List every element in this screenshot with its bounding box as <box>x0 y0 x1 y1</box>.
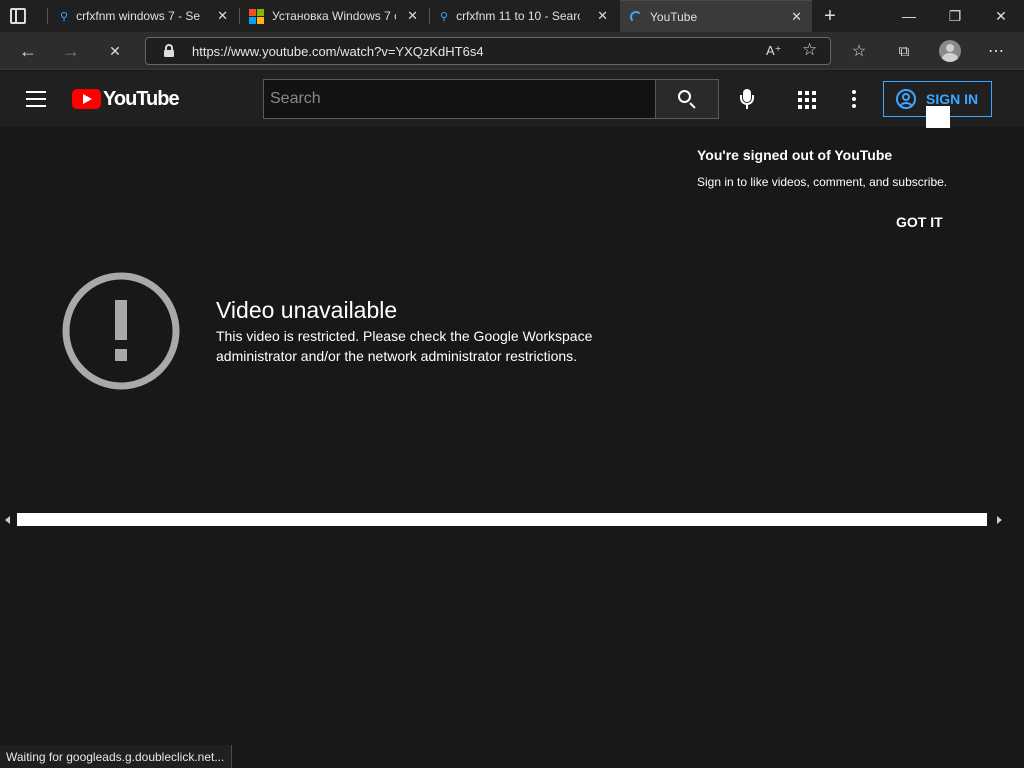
search-input[interactable]: Search <box>263 79 656 119</box>
scroll-left-arrow-icon[interactable] <box>5 516 10 524</box>
sign-in-label: SIGN IN <box>926 91 979 107</box>
settings-more-icon[interactable]: ⋯ <box>978 32 1014 70</box>
horizontal-scrollbar[interactable] <box>0 513 1024 527</box>
got-it-button[interactable]: GOT IT <box>896 214 943 230</box>
minimize-button[interactable]: — <box>886 0 932 32</box>
error-line-1: This video is restricted. Please check t… <box>216 328 593 344</box>
exclamation-circle-icon <box>62 272 180 390</box>
signed-out-popup: You're signed out of YouTube Sign in to … <box>680 141 1000 251</box>
collections-icon[interactable]: ⧉ <box>886 32 922 70</box>
profile-avatar[interactable] <box>939 40 961 62</box>
address-bar[interactable]: https://www.youtube.com/watch?v=YXQzKdHT… <box>145 37 831 65</box>
tab-actions-button[interactable] <box>10 8 26 24</box>
youtube-page: YouTube Search SIGN IN You're signed out… <box>0 71 1024 768</box>
tab-crfxfnm-windows-7[interactable]: ⚲ crfxfnm windows 7 - Se ✕ <box>50 0 238 32</box>
youtube-wordmark: YouTube <box>103 87 180 110</box>
error-title: Video unavailable <box>216 297 398 323</box>
error-line-2: administrator and/or the network adminis… <box>216 348 578 364</box>
tab-strip: ⚲ crfxfnm windows 7 - Se ✕ Установка Win… <box>0 0 1024 32</box>
search-placeholder: Search <box>270 90 321 107</box>
search-icon: ⚲ <box>60 10 69 23</box>
popup-pointer <box>926 106 950 128</box>
windows-logo-icon <box>249 8 264 24</box>
apps-grid-icon[interactable] <box>798 91 816 109</box>
add-favorite-icon[interactable]: ☆ <box>802 40 817 60</box>
tab-youtube[interactable]: YouTube ✕ <box>620 0 812 32</box>
tab-title: crfxfnm 11 to 10 - Searc <box>456 9 581 23</box>
close-tab-icon[interactable]: ✕ <box>407 8 418 24</box>
voice-search-button[interactable] <box>736 87 758 111</box>
status-bar: Waiting for googleads.g.doubleclick.net.… <box>0 745 232 768</box>
close-tab-icon[interactable]: ✕ <box>597 8 608 24</box>
more-options-icon[interactable] <box>852 90 856 108</box>
new-tab-button[interactable]: + <box>818 4 842 28</box>
restore-button[interactable]: ❐ <box>932 0 978 32</box>
forward-button[interactable]: → <box>53 32 89 70</box>
search-button[interactable] <box>655 79 719 119</box>
tab-title: YouTube <box>650 9 698 24</box>
youtube-logo[interactable]: YouTube <box>72 87 180 110</box>
back-button[interactable]: ← <box>10 32 46 70</box>
close-window-button[interactable]: ✕ <box>978 0 1024 32</box>
tab-title: crfxfnm windows 7 - Se <box>76 9 201 23</box>
loading-spinner-icon <box>630 10 642 23</box>
navigation-bar: ← → ✕ https://www.youtube.com/watch?v=YX… <box>0 32 1024 70</box>
popup-title: You're signed out of YouTube <box>697 147 893 163</box>
popup-body: Sign in to like videos, comment, and sub… <box>697 175 948 189</box>
search-icon <box>677 89 697 109</box>
search-icon: ⚲ <box>440 10 449 23</box>
tab-separator <box>47 8 48 24</box>
address-url: https://www.youtube.com/watch?v=YXQzKdHT… <box>192 43 484 59</box>
stop-loading-button[interactable]: ✕ <box>97 32 133 70</box>
tab-ustanovka-windows-7[interactable]: Установка Windows 7 с ✕ <box>240 0 428 32</box>
scrollbar-thumb[interactable] <box>17 513 987 526</box>
tab-title: Установка Windows 7 с <box>272 9 396 23</box>
tab-crfxfnm-11-to-10[interactable]: ⚲ crfxfnm 11 to 10 - Searc ✕ <box>430 0 618 32</box>
youtube-masthead: YouTube Search SIGN IN <box>0 71 1024 128</box>
read-aloud-icon[interactable]: A⁺ <box>766 43 782 59</box>
scroll-right-arrow-icon[interactable] <box>997 516 1002 524</box>
youtube-play-icon <box>72 89 101 109</box>
close-tab-icon[interactable]: ✕ <box>217 8 228 24</box>
status-text: Waiting for googleads.g.doubleclick.net.… <box>6 749 225 764</box>
close-tab-icon[interactable]: ✕ <box>791 9 802 25</box>
account-circle-icon <box>896 89 916 109</box>
favorites-icon[interactable]: ☆ <box>841 32 877 70</box>
lock-icon <box>164 44 174 57</box>
guide-menu-icon[interactable] <box>26 91 46 107</box>
